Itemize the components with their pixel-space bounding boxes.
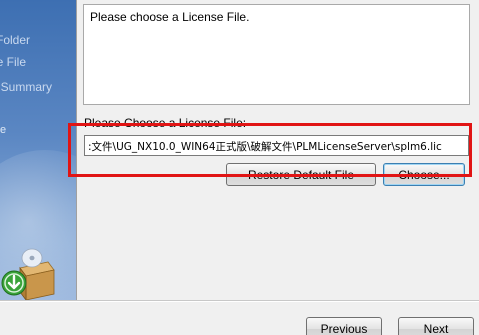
wizard-sidebar: Folder e File Summary e	[0, 0, 76, 300]
license-file-label: Please Choose a License File:	[84, 116, 247, 130]
sidebar-bullet-glyph: e	[0, 124, 7, 136]
message-text: Please choose a License File.	[90, 10, 250, 24]
restore-default-file-button[interactable]: Restore Default File	[226, 163, 376, 186]
sidebar-step-summary: Summary	[0, 80, 52, 94]
sidebar-step-folder: Folder	[0, 33, 30, 47]
previous-button[interactable]: Previous	[306, 317, 382, 335]
choose-button-label: Choose...	[398, 167, 450, 182]
choose-button[interactable]: Choose...	[383, 163, 465, 186]
previous-button-label: Previous	[320, 322, 368, 335]
restore-default-file-label: Restore Default File	[247, 167, 355, 182]
next-button[interactable]: Next	[398, 317, 474, 335]
download-arrow-icon	[1, 270, 27, 296]
cd-disc-icon	[21, 248, 43, 268]
sidebar-step-license-file: e File	[0, 55, 26, 69]
next-button-label: Next	[423, 322, 449, 335]
wizard-bottom-bar: Previous Next	[0, 300, 479, 335]
bottom-bar-separator	[0, 301, 479, 302]
license-path-input[interactable]: :文件\UG_NX10.0_WIN64正式版\破解文件\PLMLicenseSe…	[84, 135, 469, 156]
wizard-content-panel: Please choose a License File. Please Cho…	[76, 0, 479, 300]
message-box: Please choose a License File.	[83, 4, 470, 105]
